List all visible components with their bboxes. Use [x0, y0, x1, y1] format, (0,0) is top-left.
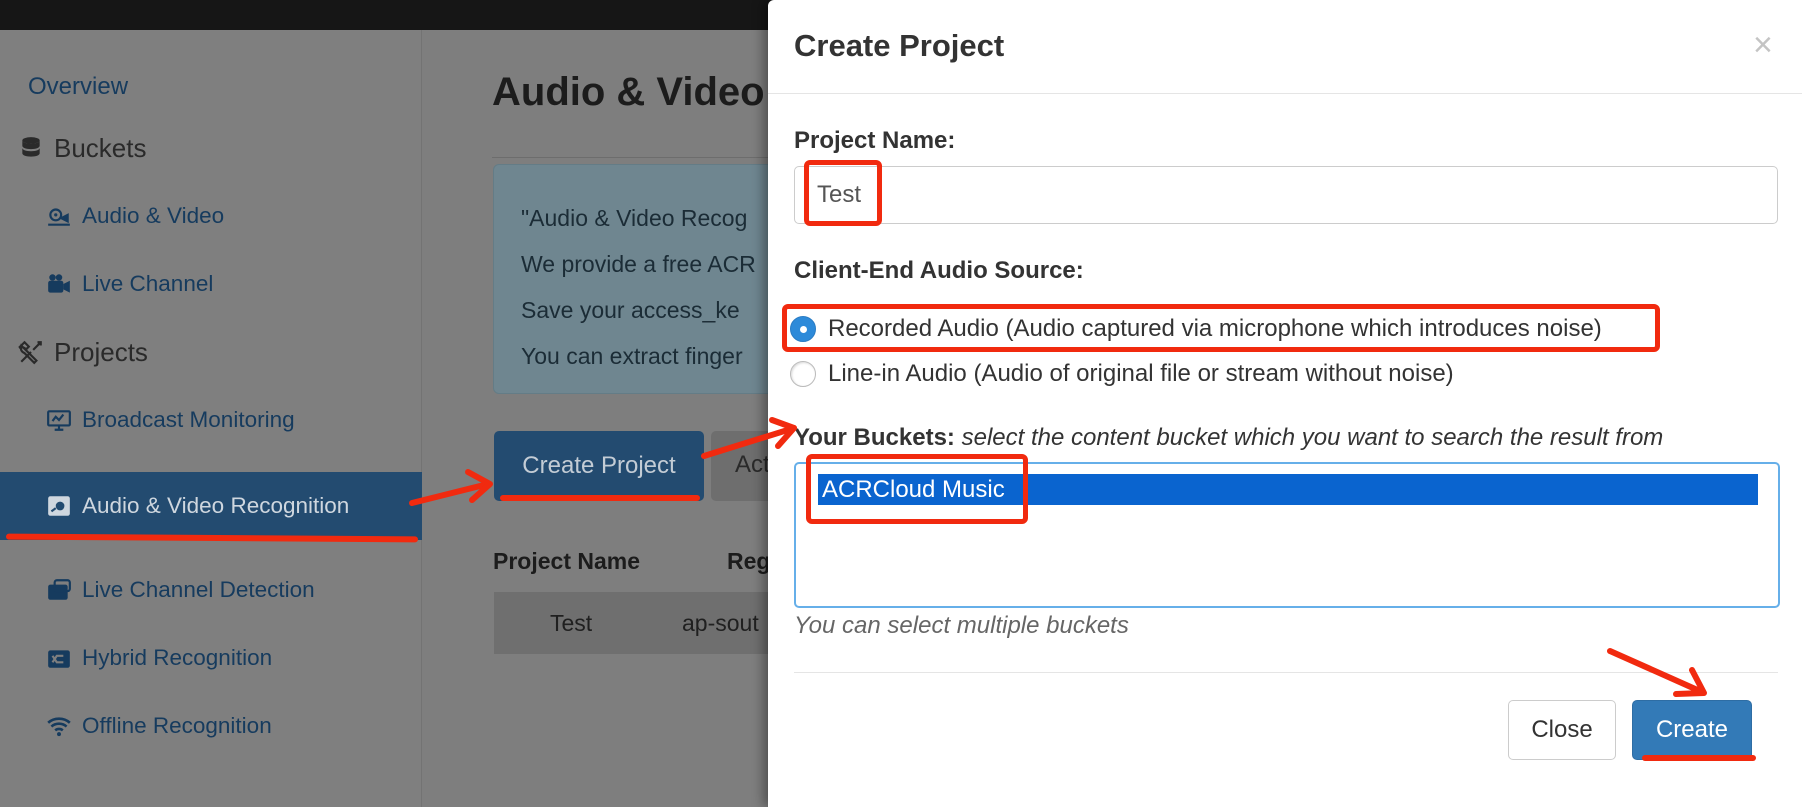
radio-recorded-audio[interactable]: Recorded Audio (Audio captured via micro… [790, 315, 1602, 343]
audio-source-label: Client-End Audio Source: [794, 257, 1084, 284]
main-content: Audio & Video "Audio & Video Recog We pr… [423, 30, 794, 807]
table-header-project-name: Project Name [493, 548, 641, 574]
shuffle-icon [44, 643, 74, 673]
close-button[interactable]: Close [1508, 700, 1616, 760]
sidebar-item-label: Offline Recognition [82, 713, 272, 738]
recognition-icon [44, 491, 74, 521]
page-title: Audio & Video [492, 70, 765, 114]
modal-footer-divider [794, 672, 1778, 673]
buckets-label-hint: select the content bucket which you want… [961, 424, 1664, 451]
sidebar-item-live-channel-detection[interactable]: Live Channel Detection [0, 557, 422, 623]
live-detect-icon [44, 575, 74, 605]
table-header-region: Reg [727, 548, 771, 574]
wifi-icon [44, 711, 74, 741]
info-line: We provide a free ACR [521, 251, 756, 277]
project-name-input[interactable] [794, 166, 1778, 224]
title-divider [492, 157, 792, 158]
sidebar-item-label: Live Channel Detection [82, 577, 315, 602]
sidebar-item-overview[interactable]: Overview [0, 54, 422, 120]
table-cell-region: ap-sout [682, 610, 759, 636]
sidebar-item-label: Live Channel [82, 271, 214, 296]
sidebar-section-projects[interactable]: Projects [0, 319, 422, 385]
info-line: You can extract finger [521, 343, 743, 369]
sidebar-item-label: Broadcast Monitoring [82, 407, 295, 432]
create-project-modal: Create Project × Project Name: Client-En… [768, 0, 1802, 807]
sidebar-item-label: Projects [54, 336, 148, 367]
info-line: "Audio & Video Recog [521, 205, 748, 231]
monitor-icon [44, 405, 74, 435]
sidebar-item-audio-video-recognition[interactable]: Audio & Video Recognition [0, 472, 422, 540]
create-button[interactable]: Create [1632, 700, 1752, 760]
sidebar-section-buckets[interactable]: Buckets [0, 115, 422, 181]
sidebar-item-label: Audio & Video Recognition [82, 493, 350, 518]
info-box: "Audio & Video Recog We provide a free A… [493, 164, 793, 394]
buckets-label: Your Buckets: select the content bucket … [794, 424, 1663, 452]
buckets-help-text: You can select multiple buckets [794, 612, 1129, 639]
radio-checked-icon[interactable] [790, 316, 816, 342]
buckets-label-bold: Your Buckets: [794, 424, 955, 451]
close-icon[interactable]: × [1753, 26, 1773, 65]
sidebar-item-label: Overview [28, 73, 129, 100]
project-name-label: Project Name: [794, 127, 956, 154]
film-reel-icon [44, 201, 74, 231]
sidebar: Overview Buckets Audio & Video Live Chan… [0, 30, 422, 807]
database-icon [16, 133, 46, 163]
info-line: Save your access_ke [521, 297, 740, 323]
radio-line-in-audio[interactable]: Line-in Audio (Audio of original file or… [790, 360, 1454, 388]
sidebar-item-label: Audio & Video [82, 203, 225, 228]
sidebar-item-broadcast-monitoring[interactable]: Broadcast Monitoring [0, 387, 422, 453]
buckets-multiselect[interactable]: ACRCloud Music [794, 462, 1780, 608]
radio-label: Recorded Audio (Audio captured via micro… [828, 315, 1602, 342]
live-camera-icon [44, 269, 74, 299]
sidebar-item-live-channel[interactable]: Live Channel [0, 251, 422, 317]
modal-header-divider [768, 93, 1802, 94]
sidebar-item-offline-recognition[interactable]: Offline Recognition [0, 693, 422, 759]
radio-label: Line-in Audio (Audio of original file or… [828, 360, 1454, 387]
radio-unchecked-icon[interactable] [790, 361, 816, 387]
sidebar-item-label: Buckets [54, 132, 147, 163]
tools-icon [16, 337, 46, 367]
create-project-button[interactable]: Create Project [494, 431, 704, 501]
modal-title: Create Project [794, 28, 1005, 63]
table-cell-project-name: Test [550, 610, 593, 636]
sidebar-item-audio-video[interactable]: Audio & Video [0, 183, 422, 249]
sidebar-item-label: Hybrid Recognition [82, 645, 273, 670]
bucket-option-acrcloud-music[interactable]: ACRCloud Music [818, 474, 1758, 505]
sidebar-item-hybrid-recognition[interactable]: Hybrid Recognition [0, 625, 422, 691]
